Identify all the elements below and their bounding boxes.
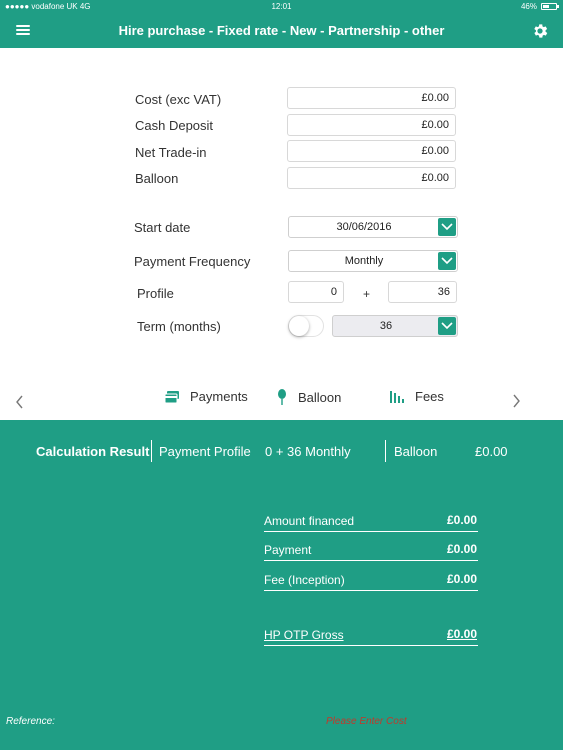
divider — [385, 440, 386, 462]
tab-payments-label: Payments — [190, 389, 248, 404]
battery-percent: 46% — [520, 2, 537, 11]
tab-payments[interactable]: Payments — [164, 389, 248, 404]
cost-input[interactable]: £0.00 — [287, 87, 456, 109]
tab-fees[interactable]: Fees — [389, 389, 444, 404]
payment-frequency-label: Payment Frequency — [134, 254, 251, 269]
battery-icon — [541, 3, 559, 10]
balloon-icon — [278, 389, 286, 405]
result-row-payment: Payment £0.00 — [264, 537, 478, 561]
payment-profile-value: 0 + 36 Monthly — [265, 444, 351, 459]
cost-label: Cost (exc VAT) — [135, 92, 222, 107]
toggle-knob — [289, 316, 309, 336]
net-trade-in-label: Net Trade-in — [135, 145, 207, 160]
balloon-label: Balloon — [135, 171, 179, 186]
result-balloon-label: Balloon — [394, 444, 438, 459]
result-balloon-value: £0.00 — [475, 444, 508, 459]
result-title: Calculation Result — [36, 444, 150, 459]
result-row-value: £0.00 — [446, 572, 477, 586]
chevron-right-icon[interactable] — [512, 394, 521, 408]
chevron-down-icon — [438, 317, 456, 335]
profile-remaining-input[interactable]: 36 — [388, 281, 457, 303]
tab-balloon-label: Balloon — [298, 389, 342, 405]
result-row-label: Payment — [264, 543, 312, 557]
start-date-value: 30/06/2016 — [336, 221, 392, 233]
nav-bar: Hire purchase - Fixed rate - New - Partn… — [0, 14, 563, 48]
chevron-left-icon[interactable] — [15, 395, 24, 409]
payment-frequency-value: Monthly — [344, 255, 384, 267]
term-dropdown[interactable]: 36 — [332, 315, 458, 337]
cash-deposit-input[interactable]: £0.00 — [287, 114, 456, 136]
term-label: Term (months) — [137, 319, 221, 334]
result-row-value: £0.00 — [446, 513, 477, 527]
result-row-label: Amount financed — [264, 514, 355, 528]
net-trade-in-input[interactable]: £0.00 — [287, 140, 456, 162]
tab-fees-label: Fees — [415, 389, 444, 404]
cash-deposit-label: Cash Deposit — [135, 118, 214, 133]
reference-label: Reference: — [6, 716, 55, 727]
result-row-label: HP OTP Gross — [264, 628, 344, 642]
term-toggle[interactable] — [288, 315, 324, 337]
balloon-input[interactable]: £0.00 — [287, 167, 456, 189]
divider — [151, 440, 152, 462]
status-time: 12:01 — [271, 2, 292, 11]
profile-label: Profile — [137, 286, 174, 301]
profile-upfront-input[interactable]: 0 — [288, 281, 344, 303]
gear-icon[interactable] — [531, 22, 549, 40]
section-tabs: Payments Balloon Fees — [0, 380, 563, 420]
fees-icon — [390, 390, 404, 403]
result-row-hp-otp-gross: HP OTP Gross £0.00 — [264, 622, 478, 646]
page-title: Hire purchase - Fixed rate - New - Partn… — [118, 23, 445, 38]
calculation-result-panel: Calculation Result Payment Profile 0 + 3… — [0, 420, 563, 750]
status-bar: ●●●●● vodafone UK 4G 12:01 46% — [0, 0, 563, 14]
payment-profile-label: Payment Profile — [159, 444, 251, 459]
result-row-value: £0.00 — [446, 542, 477, 556]
result-row-label: Fee (Inception) — [264, 573, 345, 587]
chevron-down-icon — [438, 252, 456, 270]
tab-balloon[interactable]: Balloon — [276, 389, 341, 405]
validation-warning: Please Enter Cost — [326, 716, 407, 727]
chevron-down-icon — [438, 218, 456, 236]
result-row-fee-inception: Fee (Inception) £0.00 — [264, 567, 478, 591]
battery-status: 46% — [520, 2, 559, 11]
payments-icon — [164, 390, 179, 403]
start-date-dropdown[interactable]: 30/06/2016 — [288, 216, 458, 238]
result-row-value: £0.00 — [446, 627, 477, 641]
result-row-amount-financed: Amount financed £0.00 — [264, 508, 478, 532]
payment-frequency-dropdown[interactable]: Monthly — [288, 250, 458, 272]
start-date-label: Start date — [134, 220, 191, 235]
profile-plus-sign: + — [363, 287, 371, 301]
